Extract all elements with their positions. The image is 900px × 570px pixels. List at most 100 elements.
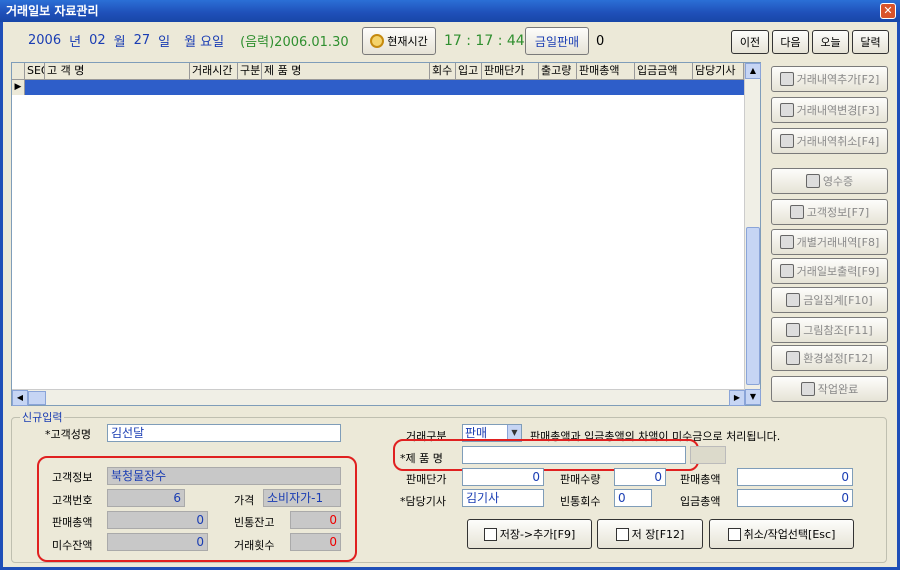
edit-record-icon — [779, 103, 794, 117]
col-deposit[interactable]: 입금금액 — [635, 63, 693, 79]
scroll-left-arrow[interactable]: ◀ — [12, 390, 28, 406]
save-and-add-button[interactable]: 저장->추가[F9] — [467, 519, 592, 549]
scroll-right-arrow[interactable]: ▶ — [729, 390, 745, 406]
trade-type-value: 판매 — [465, 426, 488, 440]
edit-record-button[interactable]: 거래내역변경[F3] — [771, 97, 888, 123]
product-code-box — [690, 446, 726, 464]
print-icon — [779, 264, 794, 278]
sales-amount-field[interactable]: 0 — [737, 468, 853, 486]
settings-button[interactable]: 환경설정[F12] — [771, 345, 888, 371]
sales-total-label: 판매총액 — [52, 516, 93, 529]
edit-record-label: 거래내역변경[F3] — [796, 104, 880, 117]
customer-info-field: 북청물장수 — [107, 467, 341, 485]
month: 02 — [89, 32, 106, 48]
cancel-label: 취소/작업선택[Esc] — [743, 528, 836, 541]
qty-field[interactable]: 0 — [614, 468, 666, 486]
col-seq[interactable]: SEQ — [25, 63, 45, 79]
horizontal-scroll-thumb[interactable] — [28, 391, 46, 405]
customer-info-label: 고객정보[F7] — [806, 206, 870, 219]
next-button[interactable]: 다음 — [772, 30, 809, 54]
prev-button[interactable]: 이전 — [731, 30, 769, 54]
col-sales-total[interactable]: 판매총액 — [577, 63, 635, 79]
unit-price-label: 판매단가 — [406, 473, 447, 486]
vertical-scroll-thumb[interactable] — [746, 227, 760, 385]
customer-no-label: 고객번호 — [52, 494, 93, 507]
col-product[interactable]: 제 품 명 — [262, 63, 430, 79]
vertical-scrollbar[interactable]: ▲ ▼ — [744, 63, 761, 405]
cancel-record-button[interactable]: 거래내역취소[F4] — [771, 128, 888, 154]
close-button[interactable]: ✕ — [880, 3, 896, 19]
window-title: 거래일보 자료관리 — [6, 4, 99, 18]
summary-icon — [786, 293, 801, 307]
col-customer[interactable]: 고 객 명 — [45, 63, 190, 79]
row-marker: ▶ — [12, 80, 25, 95]
save-and-add-label: 저장->추가[F9] — [499, 528, 576, 541]
finish-work-label: 작업완료 — [817, 383, 859, 396]
lunar-date: (음력)2006.01.30 — [240, 34, 349, 50]
col-time[interactable]: 거래시간 — [190, 63, 238, 79]
day-unit: 일 — [158, 34, 171, 50]
individual-history-label: 개별거래내역[F8] — [796, 236, 880, 249]
print-report-button[interactable]: 거래일보출력[F9] — [771, 258, 888, 284]
date-bar: 2006 년 02 월 27 일 월 요일 (음력)2006.01.30 — [28, 28, 349, 52]
receipt-label: 영수증 — [822, 175, 854, 188]
today-summary-button[interactable]: 금일집계[F10] — [771, 287, 888, 313]
col-unit-price[interactable]: 판매단가 — [482, 63, 539, 79]
year-unit: 년 — [69, 34, 82, 50]
today-summary-label: 금일집계[F10] — [803, 294, 873, 307]
add-record-label: 거래내역추가[F2] — [796, 73, 880, 86]
driver-field[interactable]: 김기사 — [462, 489, 544, 507]
save-button[interactable]: 저 장[F12] — [597, 519, 703, 549]
customer-info-button[interactable]: 고객정보[F7] — [771, 199, 888, 225]
customer-info-label: 고객정보 — [52, 471, 93, 484]
qty-label: 판매수량 — [560, 473, 601, 486]
current-time-button[interactable]: 현재시간 — [362, 27, 436, 55]
today-button[interactable]: 오늘 — [812, 30, 849, 54]
table-row[interactable]: ▶ — [12, 80, 745, 95]
product-field[interactable] — [462, 446, 686, 464]
scroll-down-arrow[interactable]: ▼ — [745, 389, 761, 405]
unpaid-label: 미수잔액 — [52, 539, 93, 552]
today-sales-button[interactable]: 금일판매 — [525, 27, 589, 55]
unpaid-field: 0 — [107, 533, 208, 551]
col-type[interactable]: 구분 — [238, 63, 262, 79]
add-record-button[interactable]: 거래내역추가[F2] — [771, 66, 888, 92]
cancel-save-icon — [727, 527, 741, 541]
calendar-button[interactable]: 달력 — [852, 30, 889, 54]
unit-price-field[interactable]: 0 — [462, 468, 544, 486]
horizontal-scrollbar[interactable]: ◀ ▶ — [12, 389, 745, 406]
receipt-button[interactable]: 영수증 — [771, 168, 888, 194]
image-reference-button[interactable]: 그림참조[F11] — [771, 317, 888, 343]
month-unit: 월 — [113, 34, 126, 50]
bottle-return-field[interactable]: 0 — [614, 489, 652, 507]
customer-info-icon — [789, 205, 804, 219]
exit-door-icon — [800, 382, 815, 396]
finish-work-button[interactable]: 작업완료 — [771, 376, 888, 402]
individual-history-button[interactable]: 개별거래내역[F8] — [771, 229, 888, 255]
clock-icon — [370, 34, 385, 48]
add-record-icon — [779, 72, 794, 86]
col-count[interactable]: 회수 — [430, 63, 456, 79]
save-icon — [615, 527, 629, 541]
driver-label: *담당기사 — [400, 495, 446, 508]
price-label: 가격 — [234, 494, 255, 507]
sales-total-field: 0 — [107, 511, 208, 529]
customer-name-field[interactable]: 김선달 — [107, 424, 341, 442]
col-driver[interactable]: 담당기사 — [693, 63, 744, 79]
today-sales-value: 0 — [596, 34, 605, 49]
save-label: 저 장[F12] — [631, 528, 685, 541]
settings-label: 환경설정[F12] — [803, 352, 873, 365]
transaction-grid[interactable]: SEQ 고 객 명 거래시간 구분 제 품 명 회수 입고 판매단가 출고량 판… — [11, 62, 761, 406]
bottle-return-label: 빈통회수 — [560, 495, 601, 508]
scroll-up-arrow[interactable]: ▲ — [745, 63, 761, 79]
trade-count-field: 0 — [290, 533, 341, 551]
deposit-field[interactable]: 0 — [737, 489, 853, 507]
bottle-balance-label: 빈통잔고 — [234, 516, 275, 529]
weekday: 월 요일 — [184, 34, 225, 50]
cancel-button[interactable]: 취소/작업선택[Esc] — [709, 519, 854, 549]
col-qty[interactable]: 출고량 — [539, 63, 577, 79]
image-reference-label: 그림참조[F11] — [803, 324, 873, 337]
day: 27 — [133, 32, 151, 48]
col-in[interactable]: 입고 — [456, 63, 482, 79]
current-time-label: 현재시간 — [387, 35, 428, 48]
